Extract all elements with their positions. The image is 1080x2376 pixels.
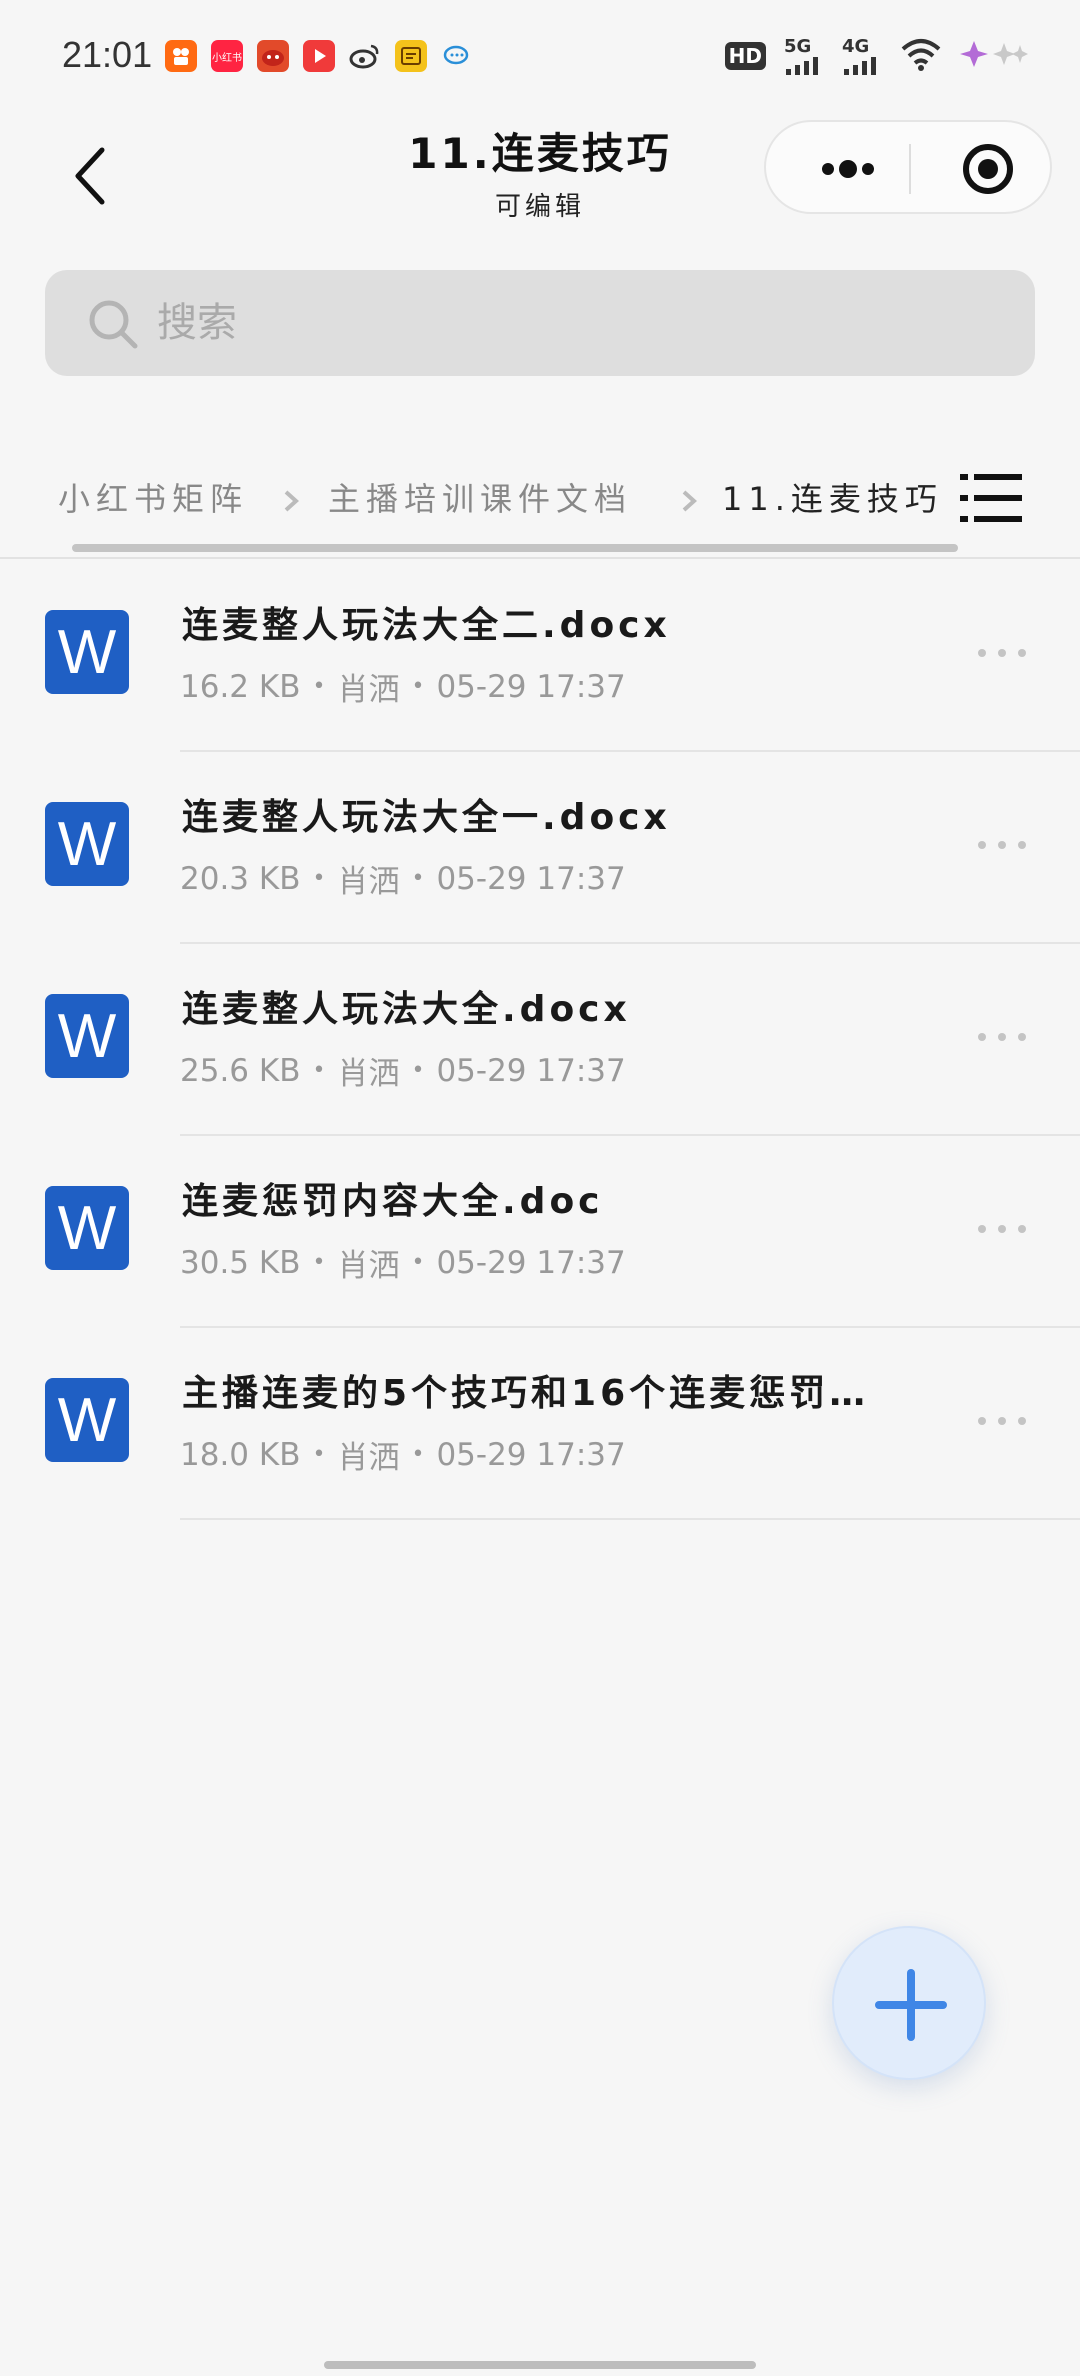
word-doc-icon: W: [45, 610, 129, 694]
weibo-icon: [349, 40, 381, 72]
meta-separator: •: [411, 866, 425, 891]
meta-separator: •: [312, 1250, 326, 1275]
file-name: 连麦惩罚内容大全.doc: [182, 1181, 604, 1222]
breadcrumb-item-parent[interactable]: 主播培训课件文档: [328, 474, 632, 520]
file-owner: 肖洒: [337, 1440, 400, 1476]
file-date: 05-29 17:37: [436, 668, 626, 705]
nav-header: 11.连麦技巧 可编辑: [0, 110, 1080, 240]
file-size: 20.3 KB: [180, 860, 301, 897]
file-owner: 肖洒: [337, 864, 400, 900]
file-name: 连麦整人玩法大全.docx: [182, 989, 631, 1030]
more-horizontal-icon[interactable]: [974, 1214, 1030, 1244]
game-icon: [257, 40, 289, 72]
file-size: 25.6 KB: [180, 1052, 301, 1089]
more-horizontal-icon[interactable]: [974, 1406, 1030, 1436]
breadcrumb-item-root[interactable]: 小红书矩阵: [58, 474, 248, 520]
word-doc-icon: W: [45, 1378, 129, 1462]
xiaohongshu-icon: 小红书: [211, 40, 243, 72]
file-size: 18.0 KB: [180, 1436, 301, 1473]
more-horizontal-icon[interactable]: [974, 638, 1030, 668]
file-name: 连麦整人玩法大全一.docx: [182, 797, 671, 838]
file-row[interactable]: W 连麦整人玩法大全一.docx 20.3 KB • 肖洒 • 05-29 17…: [0, 752, 1080, 944]
meta-separator: •: [312, 674, 326, 699]
file-date: 05-29 17:37: [436, 1436, 626, 1473]
mini-program-capsule: [764, 120, 1052, 214]
meta-separator: •: [411, 1058, 425, 1083]
close-mini-program-button[interactable]: [948, 122, 1028, 216]
file-date: 05-29 17:37: [436, 1244, 626, 1281]
file-date: 05-29 17:37: [436, 860, 626, 897]
file-meta: 18.0 KB • 肖洒 • 05-29 17:37: [180, 1432, 626, 1477]
word-doc-icon: W: [45, 1186, 129, 1270]
search-input[interactable]: [157, 288, 977, 358]
file-name: 连麦整人玩法大全二.docx: [182, 605, 671, 646]
file-size: 30.5 KB: [180, 1244, 301, 1281]
row-divider: [180, 1518, 1080, 1520]
status-bar: 21:01 小红书 HD 5G 4G: [0, 0, 1080, 110]
dictionary-app-icon: [395, 40, 427, 72]
video-app-icon: [303, 40, 335, 72]
file-row[interactable]: W 连麦整人玩法大全二.docx 16.2 KB • 肖洒 • 05-29 17…: [0, 560, 1080, 752]
list-icon: [960, 474, 1022, 522]
meta-separator: •: [312, 1058, 326, 1083]
file-name: 主播连麦的5个技巧和16个连麦惩罚…: [182, 1373, 870, 1414]
add-file-button[interactable]: [832, 1926, 986, 2080]
status-time: 21:01: [62, 34, 153, 75]
breadcrumb-scrollbar[interactable]: [72, 544, 958, 552]
capsule-divider: [909, 144, 911, 194]
notification-icons: 小红书: [165, 40, 473, 72]
file-row[interactable]: W 连麦整人玩法大全.docx 25.6 KB • 肖洒 • 05-29 17:…: [0, 944, 1080, 1136]
breadcrumb-item-current: 11.连麦技巧: [722, 480, 943, 518]
sparkle-icon: [960, 37, 1030, 75]
file-owner: 肖洒: [337, 1248, 400, 1284]
more-dots-icon: [822, 160, 874, 178]
file-size: 16.2 KB: [180, 668, 301, 705]
file-date: 05-29 17:37: [436, 1052, 626, 1089]
file-row[interactable]: W 主播连麦的5个技巧和16个连麦惩罚… 18.0 KB • 肖洒 • 05-2…: [0, 1328, 1080, 1520]
more-horizontal-icon[interactable]: [974, 1022, 1030, 1052]
kuaishou-icon: [165, 40, 197, 72]
file-owner: 肖洒: [337, 672, 400, 708]
meta-separator: •: [411, 674, 425, 699]
meta-separator: •: [411, 1442, 425, 1467]
target-circle-icon: [963, 144, 1013, 194]
chat-bubble-icon: [441, 40, 473, 72]
plus-icon: [875, 1969, 947, 2041]
file-meta: 30.5 KB • 肖洒 • 05-29 17:37: [180, 1240, 626, 1285]
hd-badge: HD: [724, 41, 766, 70]
file-meta: 20.3 KB • 肖洒 • 05-29 17:37: [180, 856, 626, 901]
list-view-button[interactable]: [958, 470, 1024, 526]
word-doc-icon: W: [45, 994, 129, 1078]
wifi-icon: [900, 37, 942, 75]
signal-4g-icon: 4G: [842, 36, 882, 75]
meta-separator: •: [312, 866, 326, 891]
search-bar[interactable]: [45, 270, 1035, 376]
more-horizontal-icon[interactable]: [974, 830, 1030, 860]
meta-separator: •: [411, 1250, 425, 1275]
divider: [0, 557, 1080, 559]
file-list: W 连麦整人玩法大全二.docx 16.2 KB • 肖洒 • 05-29 17…: [0, 560, 1080, 1520]
breadcrumb: 小红书矩阵 主播培训课件文档 11.连麦技巧: [0, 450, 1080, 560]
system-status-icons: HD 5G 4G: [724, 36, 1030, 75]
signal-5g-icon: 5G: [784, 36, 824, 75]
file-owner: 肖洒: [337, 1056, 400, 1092]
file-meta: 25.6 KB • 肖洒 • 05-29 17:37: [180, 1048, 626, 1093]
word-doc-icon: W: [45, 802, 129, 886]
chevron-right-icon: [682, 490, 697, 512]
more-menu-button[interactable]: [806, 122, 886, 216]
file-row[interactable]: W 连麦惩罚内容大全.doc 30.5 KB • 肖洒 • 05-29 17:3…: [0, 1136, 1080, 1328]
chevron-right-icon: [284, 490, 299, 512]
search-icon: [89, 300, 138, 349]
file-meta: 16.2 KB • 肖洒 • 05-29 17:37: [180, 664, 626, 709]
home-indicator[interactable]: [324, 2361, 756, 2369]
meta-separator: •: [312, 1442, 326, 1467]
